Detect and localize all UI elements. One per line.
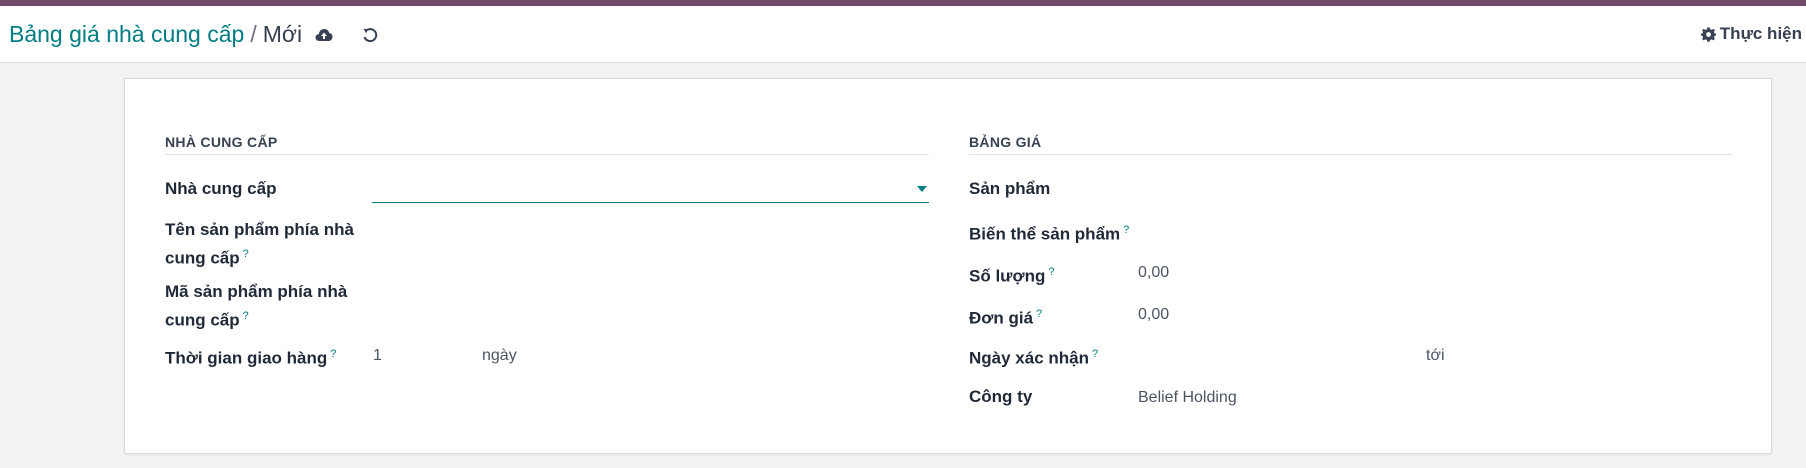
company-input[interactable]: Belief Holding [1138,386,1237,410]
quantity-label: Số lượng? [969,260,1054,289]
help-tooltip-icon[interactable]: ? [243,248,249,260]
breadcrumb-current: Mới [262,21,303,47]
pricelist-group-title: BẢNG GIÁ [969,134,1732,155]
actions-label: Thực hiện [1719,24,1802,43]
vendor-input[interactable] [372,172,929,203]
date-range-to-label: tới [1426,347,1445,364]
unit-price-label: Đơn giá? [969,302,1042,331]
product-label: Sản phẩm [969,179,1051,198]
vendor-label: Nhà cung cấp [165,179,277,198]
dropdown-caret-icon[interactable] [917,186,927,192]
cloud-upload-icon [315,29,333,41]
date-start-input[interactable] [1138,344,1418,370]
vendor-product-name-label-line2: cung cấp [165,248,240,268]
actions-menu-button[interactable]: Thực hiện [1700,24,1802,44]
help-tooltip-icon[interactable]: ? [330,348,336,360]
undo-icon [363,28,378,43]
product-variant-label-text: Biến thể sản phẩm [969,224,1121,244]
lead-time-label: Thời gian giao hàng? [165,342,336,371]
quantity-label-text: Số lượng [969,266,1046,286]
vendor-product-code-label-line2: cung cấp [165,310,240,330]
help-tooltip-icon[interactable]: ? [1123,224,1129,236]
vendor-product-name-input[interactable] [372,228,929,254]
help-tooltip-icon[interactable]: ? [1092,348,1098,360]
product-input[interactable] [1137,176,1732,202]
vendor-product-name-label-line1: Tên sản phẩm phía nhà [165,220,354,239]
lead-time-unit: ngày [482,347,517,364]
unit-price-label-text: Đơn giá [969,308,1034,328]
lead-time-input[interactable]: 1 [373,344,382,368]
gear-icon [1700,26,1716,42]
lead-time-label-text: Thời gian giao hàng [165,348,328,368]
help-tooltip-icon[interactable]: ? [1048,266,1054,278]
validity-date-label: Ngày xác nhận? [969,342,1098,371]
company-label: Công ty [969,387,1033,406]
help-tooltip-icon[interactable]: ? [243,310,249,322]
vendor-product-code-label: Mã sản phẩm phía nhà cung cấp? [165,280,347,333]
breadcrumb: Bảng giá nhà cung cấp / Mới [9,20,302,48]
help-tooltip-icon[interactable]: ? [1036,308,1042,320]
product-variant-input[interactable] [1137,218,1732,244]
vendor-product-code-input[interactable] [372,290,929,316]
save-button[interactable] [313,24,335,46]
vendor-group-title: NHÀ CUNG CẤP [165,134,929,155]
control-panel: Bảng giá nhà cung cấp / Mới Thực hiện [0,6,1806,63]
vendor-product-name-label: Tên sản phẩm phía nhà cung cấp? [165,218,354,271]
breadcrumb-separator: / [250,21,257,47]
vendor-product-code-label-line1: Mã sản phẩm phía nhà [165,282,348,301]
validity-date-label-text: Ngày xác nhận [969,348,1089,368]
product-variant-label: Biến thể sản phẩm? [969,218,1129,247]
date-end-input[interactable] [1458,344,1732,370]
unit-price-input[interactable]: 0,00 [1138,303,1169,327]
quantity-input[interactable]: 0,00 [1138,261,1169,285]
discard-button[interactable] [359,24,381,46]
breadcrumb-parent-link[interactable]: Bảng giá nhà cung cấp [9,21,244,47]
